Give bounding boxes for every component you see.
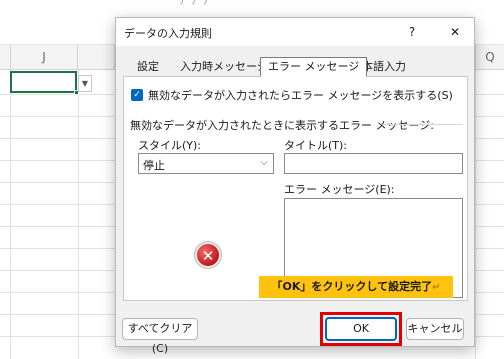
annotation-text: 「OK」をクリックして設定完了 (271, 280, 433, 293)
col-gridline (10, 70, 11, 359)
chevron-down-icon: ⌵ (260, 157, 268, 168)
column-header-k[interactable] (78, 44, 115, 70)
message-label: エラー メッセージ(E): (284, 183, 395, 196)
show-error-label[interactable]: 無効なデータが入力されたらエラー メッセージを表示する(S) (148, 87, 453, 103)
style-select[interactable]: 停止 ⌵ (138, 153, 274, 174)
title-label: タイトル(T): (284, 139, 348, 152)
section-divider (382, 124, 462, 125)
data-validation-dialog: データの入力規則 ? ✕ 設定 入力時メッセージ エラー メッセージ 日本語入力… (115, 17, 475, 355)
help-button[interactable]: ? (402, 22, 422, 42)
col-gridline (475, 70, 476, 359)
return-icon: ↵ (432, 282, 441, 293)
title-input[interactable] (284, 153, 463, 174)
dialog-title: データの入力規則 (124, 27, 212, 40)
cancel-button[interactable]: キャンセル (406, 318, 464, 340)
section-label: 無効なデータが入力されたときに表示するエラー メッセージ: (130, 119, 434, 132)
close-icon[interactable]: ✕ (444, 22, 466, 42)
active-cell[interactable] (10, 71, 77, 93)
error-icon: ✕ (195, 242, 221, 268)
col-gridline (78, 70, 79, 359)
annotation-callout: 「OK」をクリックして設定完了↵ (259, 276, 453, 298)
show-error-checkbox[interactable]: ✓ (131, 89, 143, 101)
cell-dropdown-button[interactable]: ▼ (78, 75, 92, 92)
chevron-down-icon: ▼ (81, 79, 89, 88)
dialog-titlebar[interactable]: データの入力規則 ? ✕ (116, 18, 474, 46)
column-header-j[interactable]: J (10, 44, 78, 70)
style-select-value: 停止 (143, 159, 165, 172)
checkmark-icon: ✓ (133, 90, 141, 100)
ok-button[interactable]: OK (325, 317, 397, 341)
tab-settings[interactable]: 設定 (129, 57, 167, 77)
tab-panel: ✓ 無効なデータが入力されたらエラー メッセージを表示する(S) 無効なデータが… (123, 76, 468, 301)
column-header-q[interactable]: Q (475, 44, 504, 70)
ribbon-fragment: ナ ナ ナ (178, 0, 211, 5)
clear-all-button[interactable]: すべてクリア(C) (122, 318, 198, 355)
style-label: スタイル(Y): (138, 139, 202, 152)
tab-error-message[interactable]: エラー メッセージ (260, 57, 368, 77)
